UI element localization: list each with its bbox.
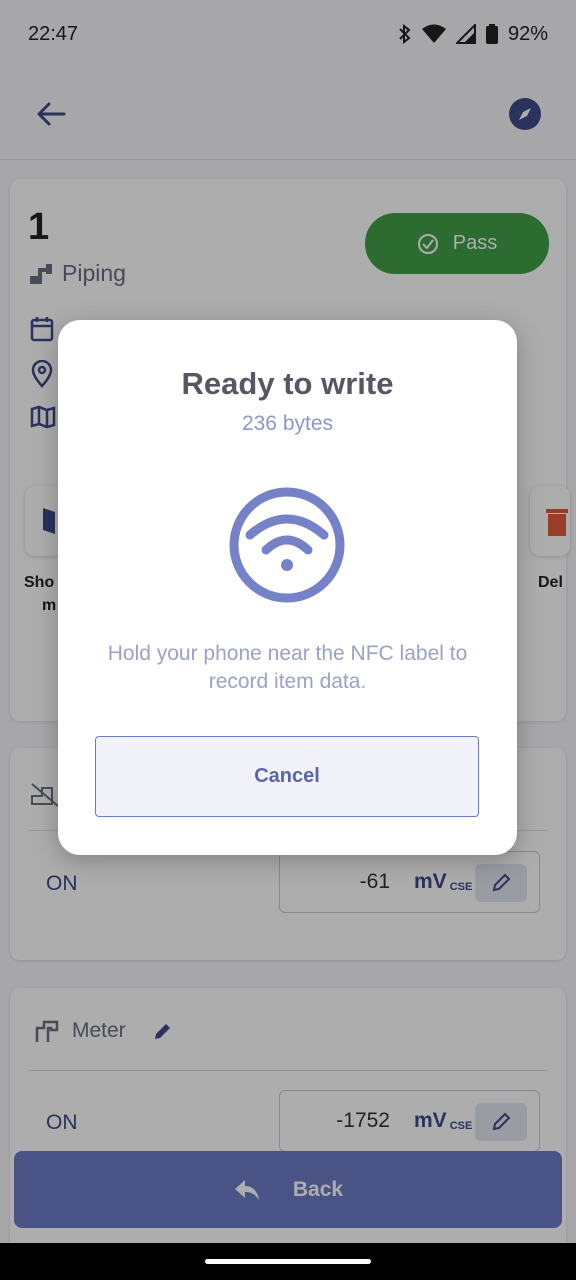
cancel-button[interactable]: Cancel: [95, 736, 479, 817]
dialog-title: Ready to write: [181, 366, 394, 401]
dialog-subtitle: 236 bytes: [241, 412, 334, 435]
nfc-icon: [229, 487, 345, 603]
dialog-message: Hold your phone near the NFC label to re…: [107, 642, 468, 693]
home-handle[interactable]: [205, 1259, 371, 1264]
nfc-write-dialog: Ready to write 236 bytes Hold your phone…: [58, 320, 517, 855]
system-nav-bar: [0, 1243, 576, 1280]
